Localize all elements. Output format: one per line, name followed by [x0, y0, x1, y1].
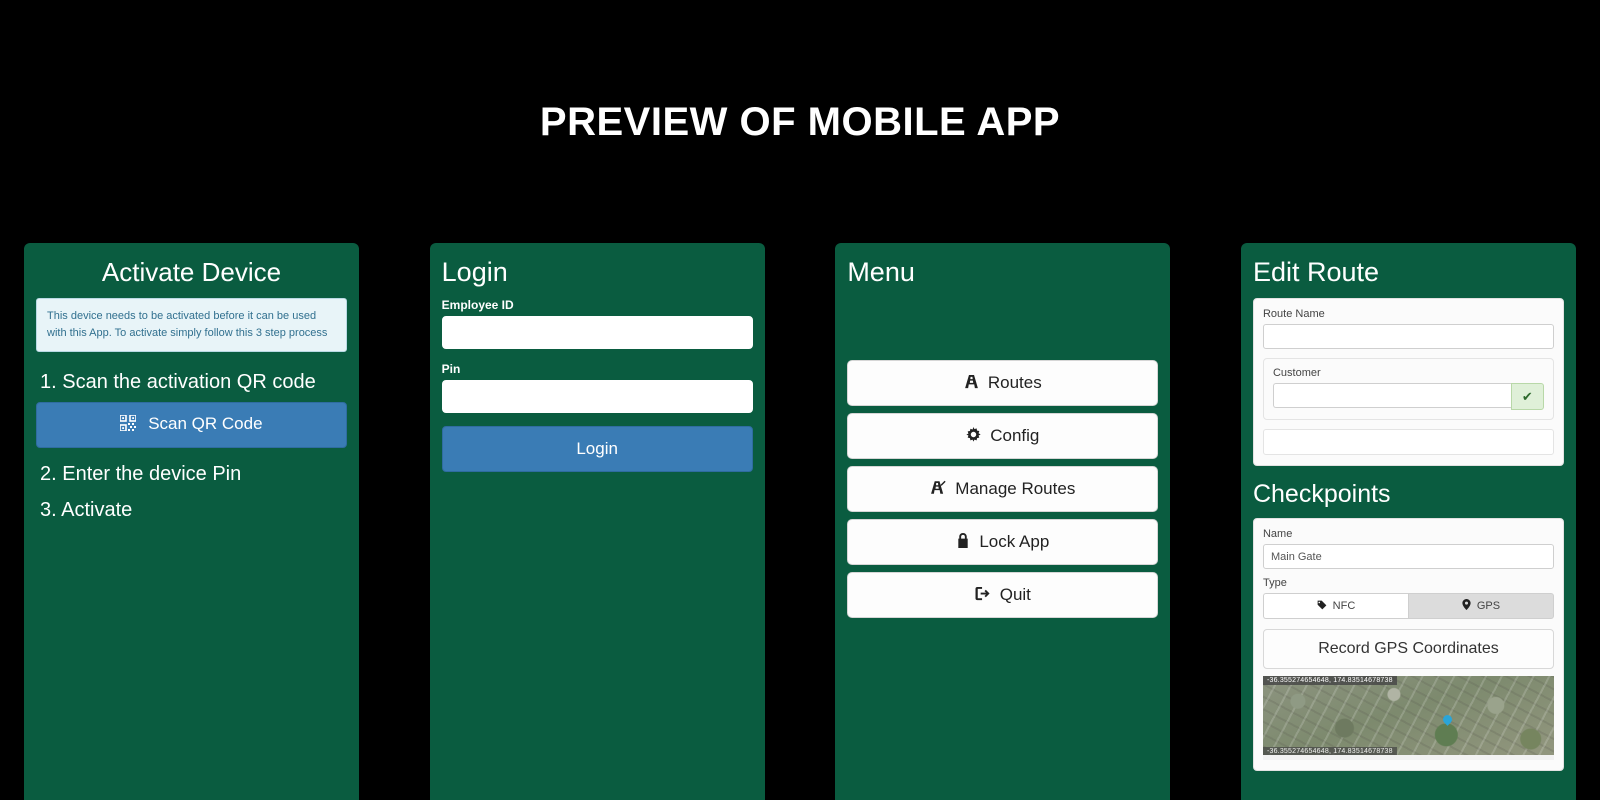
check-icon: ✔	[1521, 389, 1533, 404]
menu-item-routes[interactable]: Routes	[847, 360, 1159, 406]
activate-device-title: Activate Device	[101, 257, 282, 287]
phone-preview-row: Activate Device This device needs to be …	[0, 243, 1600, 800]
activation-step-1: 1. Scan the activation QR code	[40, 371, 316, 394]
activation-step-3: 3. Activate	[40, 499, 133, 522]
customer-label: Customer	[1272, 367, 1321, 379]
employee-id-input[interactable]	[441, 316, 753, 349]
gear-icon	[966, 427, 981, 445]
map-coordinates-top: -36.355274654648, 174.83514678738	[1262, 676, 1397, 685]
pin-label: Pin	[441, 362, 461, 376]
phone-screen-activate-device: Activate Device This device needs to be …	[24, 243, 359, 800]
menu-title: Menu	[847, 257, 915, 287]
customer-result-row	[1262, 429, 1554, 455]
scan-qr-code-button[interactable]: Scan QR Code	[36, 402, 347, 449]
type-option-gps[interactable]: GPS	[1407, 593, 1554, 619]
sign-out-icon	[975, 586, 991, 604]
checkpoint-name-label: Name	[1262, 528, 1293, 540]
road-icon	[964, 374, 979, 392]
pin-input[interactable]	[441, 380, 753, 413]
phone-screen-login: Login Employee ID Pin Login	[429, 243, 765, 800]
menu-item-manage-routes[interactable]: Manage Routes	[847, 466, 1159, 512]
customer-confirm-button[interactable]: ✔	[1510, 383, 1544, 410]
map-pin-icon	[1462, 599, 1471, 613]
checkpoint-type-label: Type	[1262, 577, 1287, 589]
login-button[interactable]: Login	[441, 426, 753, 472]
route-details-card: Route Name Customer ✔	[1252, 298, 1564, 466]
menu-item-label: Config	[990, 426, 1040, 445]
checkpoint-name-input[interactable]	[1262, 544, 1554, 569]
record-gps-coordinates-button[interactable]: Record GPS Coordinates	[1262, 629, 1554, 669]
menu-item-quit[interactable]: Quit	[847, 572, 1159, 618]
menu-item-label: Quit	[999, 585, 1031, 604]
route-name-label: Route Name	[1262, 308, 1325, 320]
page-title: PREVIEW OF MOBILE APP	[539, 100, 1061, 144]
menu-item-label: Routes	[987, 373, 1042, 392]
edit-route-title: Edit Route	[1252, 257, 1380, 287]
type-option-label: NFC	[1332, 600, 1356, 612]
qr-code-icon	[119, 414, 141, 435]
menu-item-lock-app[interactable]: Lock App	[847, 519, 1159, 565]
road-edit-icon	[930, 480, 946, 498]
tag-icon	[1317, 600, 1327, 613]
phone-screen-menu: Menu Routes Config Manage Routes Lock Ap…	[835, 243, 1171, 800]
checkpoint-card: Name Type NFC GPS	[1252, 518, 1564, 771]
menu-item-config[interactable]: Config	[847, 413, 1159, 459]
menu-item-label: Manage Routes	[955, 479, 1076, 498]
phone-screen-edit-route: Edit Route Route Name Customer ✔ Checkpo…	[1240, 243, 1576, 800]
lock-icon	[956, 533, 970, 551]
map-bottom-strip	[1262, 755, 1554, 760]
checkpoint-type-toggle: NFC GPS	[1262, 593, 1554, 619]
gps-map-preview[interactable]: -36.355274654648, 174.83514678738 -36.35…	[1262, 676, 1554, 760]
type-option-label: GPS	[1476, 600, 1501, 612]
employee-id-label: Employee ID	[441, 298, 514, 312]
checkpoints-title: Checkpoints	[1252, 480, 1391, 508]
customer-input[interactable]	[1272, 383, 1511, 408]
login-title: Login	[441, 257, 508, 287]
activation-info-box: This device needs to be activated before…	[36, 298, 347, 353]
customer-card: Customer ✔	[1262, 358, 1554, 420]
type-option-nfc[interactable]: NFC	[1262, 593, 1408, 619]
menu-spacer	[847, 298, 1158, 360]
route-name-input[interactable]	[1262, 324, 1554, 349]
scan-qr-code-label: Scan QR Code	[148, 414, 263, 434]
map-marker-icon	[1441, 712, 1455, 726]
menu-item-label: Lock App	[979, 532, 1050, 551]
activation-step-2: 2. Enter the device Pin	[40, 463, 242, 486]
customer-input-group: ✔	[1272, 383, 1544, 410]
